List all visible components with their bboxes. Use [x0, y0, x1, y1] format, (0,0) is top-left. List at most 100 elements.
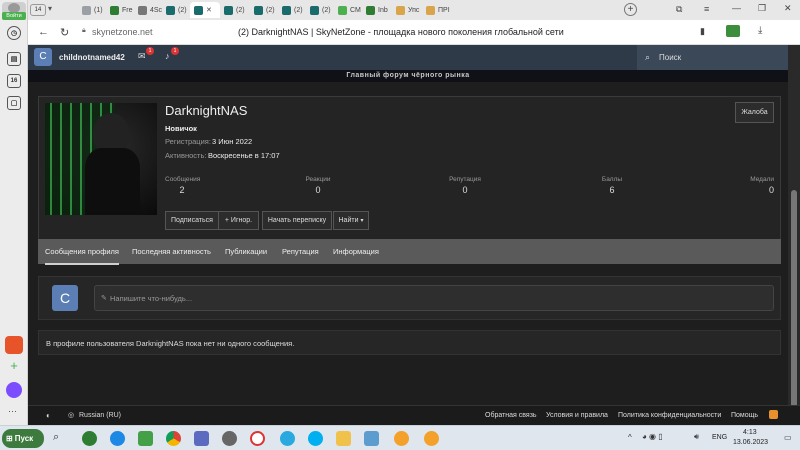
language-indicator[interactable]: ENG [712, 434, 727, 441]
tab-label: (2) [266, 6, 275, 14]
app-icon[interactable] [110, 431, 125, 446]
browser-tab[interactable]: (2) [162, 2, 190, 18]
tab-favicon-icon [426, 5, 435, 15]
bookmark-icon[interactable]: ▮ [700, 26, 705, 37]
downloads-icon[interactable]: ⤓ [758, 25, 762, 36]
menu-button[interactable]: ≡ [704, 4, 709, 14]
browser-tab[interactable]: Упс [392, 2, 420, 18]
bug-icon[interactable] [138, 431, 153, 446]
profile-tab[interactable]: Сообщения профиля [45, 247, 119, 265]
tab-counter[interactable]: 14 [30, 4, 46, 16]
close-window-button[interactable]: ✕ [784, 3, 792, 14]
report-button[interactable]: Жалоба [735, 102, 774, 123]
ignore-button[interactable]: + Игнор. [218, 211, 259, 230]
login-badge[interactable]: Войти [2, 12, 26, 20]
app-icon[interactable] [364, 431, 379, 446]
sidebar-item-16[interactable]: 16 [7, 74, 21, 88]
app-icon[interactable] [424, 431, 439, 446]
post-input[interactable]: ✎ Напишите что-нибудь... [94, 285, 774, 311]
screenshot-icon[interactable]: ▢ [7, 96, 21, 110]
tabs-menu-icon[interactable]: ▾ [48, 4, 52, 13]
clock-date[interactable]: 13.06.2023 [733, 439, 768, 446]
start-label: Пуск [14, 434, 34, 443]
stat-value: 0 [768, 185, 774, 195]
footer-link[interactable]: Помощь [731, 412, 758, 419]
maximize-button[interactable]: ❐ [758, 3, 766, 14]
footer-link[interactable]: Политика конфиденциальности [618, 412, 721, 419]
minimize-button[interactable]: — [732, 3, 741, 13]
start-button[interactable]: ⊞ Пуск [2, 429, 44, 448]
empty-message: В профиле пользователя DarknightNAS пока… [38, 330, 781, 355]
footer-link[interactable]: Обратная связь [485, 412, 537, 419]
chrome-icon[interactable] [166, 431, 181, 446]
more-icon[interactable]: ⋯ [8, 406, 17, 417]
poster-avatar: C [52, 285, 78, 311]
app-icon[interactable] [194, 431, 209, 446]
collections-button[interactable]: ⧉ [676, 4, 682, 15]
gear-icon[interactable] [222, 431, 237, 446]
profile-name: DarknightNAS [165, 103, 248, 118]
user-avatar[interactable]: C [34, 48, 52, 66]
volume-icon[interactable]: 🔊︎ [694, 432, 699, 442]
browser-tab[interactable]: (2) [220, 2, 248, 18]
page-title: (2) DarknightNAS | SkyNetZone - площадка… [238, 27, 564, 37]
tab-label: (2) [294, 6, 303, 14]
app-icon[interactable] [5, 336, 23, 354]
tray-icons[interactable]: ◕ ◉ ▯ [642, 432, 663, 441]
back-icon[interactable]: ← [38, 26, 49, 38]
search-button[interactable]: ⌕ Поиск [637, 45, 788, 70]
profile-tab[interactable]: Публикации [225, 247, 267, 256]
rss-icon[interactable] [769, 410, 778, 419]
stat-label: Реакции [305, 176, 331, 183]
browser-tab[interactable]: (1) [78, 2, 106, 18]
close-tab-icon[interactable]: ✕ [206, 6, 212, 14]
yandex-browser-icon[interactable] [250, 431, 265, 446]
theme-toggle-icon[interactable]: ◐ [46, 411, 51, 420]
browser-tab[interactable]: Fre [106, 2, 134, 18]
search-icon[interactable]: ⌕ [53, 431, 59, 444]
find-label: Найти [338, 217, 359, 224]
bell-icon[interactable]: ♪ [165, 51, 170, 61]
browser-tab[interactable]: Inb [362, 2, 390, 18]
torrent-icon[interactable] [82, 431, 97, 446]
folder-icon[interactable] [336, 431, 351, 446]
browser-tab[interactable]: (2) [278, 2, 306, 18]
telegram-icon[interactable] [280, 431, 295, 446]
browser-tab[interactable]: (2) [306, 2, 334, 18]
browser-tab[interactable]: (2) [250, 2, 278, 18]
scrollbar-thumb[interactable] [791, 190, 797, 415]
history-icon[interactable]: ◷ [7, 26, 21, 40]
username-link[interactable]: childnotnamed42 [59, 53, 125, 62]
footer-link[interactable]: Условия и правила [546, 412, 608, 419]
find-button[interactable]: Найти ▾ [333, 211, 369, 230]
scrollbar[interactable] [788, 45, 800, 425]
reload-icon[interactable]: ↻ [60, 26, 69, 39]
inbox-icon[interactable]: ✉ [138, 51, 146, 62]
pencil-icon: ✎ [101, 295, 107, 302]
tab-favicon-icon [82, 5, 91, 15]
tab-active[interactable]: ✕ [190, 2, 220, 18]
browser-tab[interactable]: ПРІ [422, 2, 450, 18]
skype-icon[interactable] [308, 431, 323, 446]
search-icon: ⌕ [645, 52, 651, 62]
start-conversation-button[interactable]: Начать переписку [262, 211, 332, 230]
app-icon[interactable] [394, 431, 409, 446]
alice-icon[interactable] [6, 382, 22, 398]
follow-button[interactable]: Подписаться [165, 211, 219, 230]
profile-tab[interactable]: Последняя активность [132, 247, 211, 256]
add-icon[interactable]: + [7, 359, 21, 374]
extension-icon[interactable] [726, 25, 740, 37]
stat-value: 2 [179, 185, 185, 195]
browser-tab[interactable]: 4Sc [134, 2, 162, 18]
profile-tab[interactable]: Репутация [282, 247, 319, 256]
url-text[interactable]: skynetzone.net [92, 27, 153, 37]
browser-tab[interactable]: CM [334, 2, 362, 18]
tab-favicon-icon [224, 5, 233, 15]
language-chooser[interactable]: Russian (RU) [79, 412, 121, 419]
tray-chevron-icon[interactable]: ^ [628, 433, 632, 442]
new-tab-button[interactable]: + [624, 3, 637, 16]
collections-icon[interactable]: ▤ [7, 52, 21, 66]
notifications-icon[interactable]: ▭ [784, 433, 792, 442]
profile-tab[interactable]: Информация [333, 247, 379, 256]
clock-time[interactable]: 4:13 [743, 429, 757, 436]
